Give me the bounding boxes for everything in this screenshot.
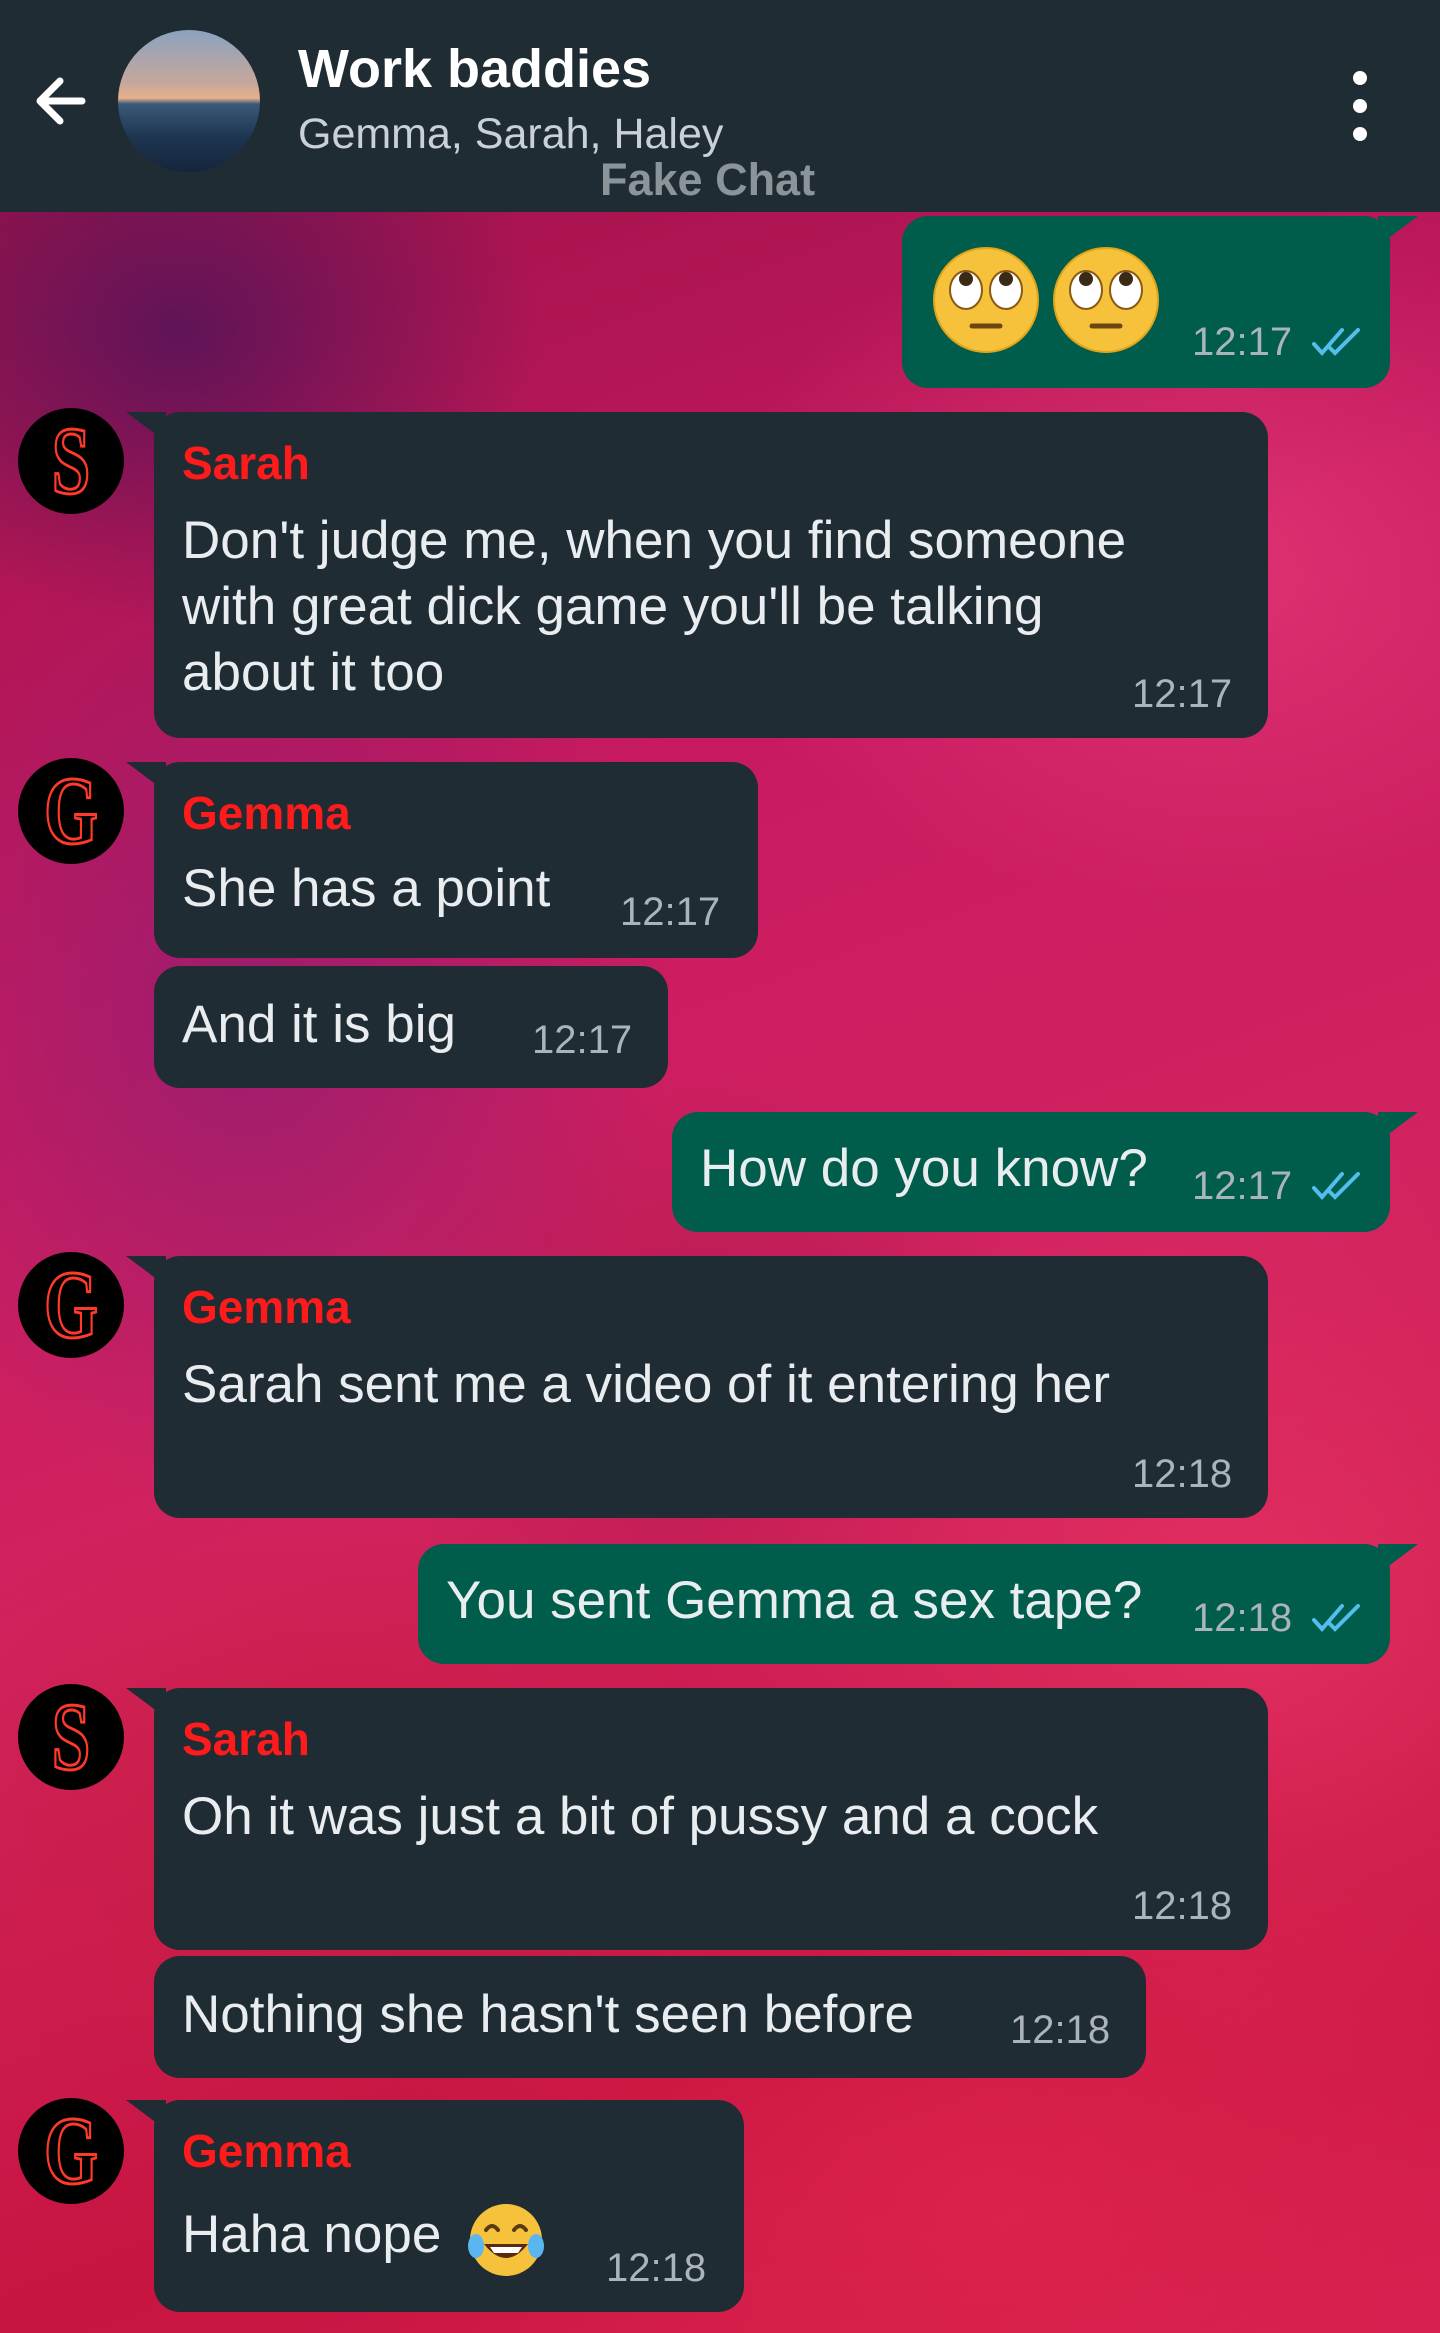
- more-options-icon[interactable]: [1340, 66, 1380, 146]
- message-time: 12:18: [1132, 1884, 1233, 1928]
- message-incoming[interactable]: Sarah Don't judge me, when you find some…: [126, 412, 1268, 738]
- sender-name[interactable]: Sarah: [182, 1712, 310, 1766]
- sender-name[interactable]: Gemma: [182, 2124, 351, 2178]
- sender-name[interactable]: Sarah: [182, 436, 310, 490]
- message-text: Sarah sent me a video of it entering her: [182, 1355, 1111, 1414]
- message-incoming[interactable]: And it is big 12:17: [154, 966, 668, 1088]
- message-incoming[interactable]: Gemma She has a point 12:17: [126, 762, 758, 958]
- sender-avatar-gemma[interactable]: G: [18, 2098, 124, 2204]
- message-outgoing[interactable]: 12:17: [902, 216, 1418, 388]
- sender-name[interactable]: Gemma: [182, 786, 351, 840]
- message-time: 12:17: [1132, 672, 1233, 716]
- rolling-eyes-emoji-icon: [1053, 247, 1159, 353]
- chat-title[interactable]: Work baddies: [298, 38, 651, 100]
- message-text: Haha nope: [182, 2205, 442, 2264]
- message-text: She has a point: [182, 859, 551, 918]
- message-outgoing[interactable]: How do you know? 12:17: [672, 1112, 1418, 1232]
- group-avatar[interactable]: [118, 30, 260, 172]
- watermark-text: Fake Chat: [600, 154, 816, 205]
- chat-participants[interactable]: Gemma, Sarah, Haley: [298, 110, 723, 159]
- message-time: 12:17: [620, 890, 721, 934]
- message-text: And it is big: [182, 995, 456, 1054]
- sender-name[interactable]: Gemma: [182, 1280, 351, 1334]
- rolling-eyes-emoji-icon: [933, 247, 1039, 353]
- message-incoming[interactable]: Gemma Haha nope 12:18: [126, 2100, 744, 2312]
- message-time: 12:17: [532, 1018, 633, 1062]
- message-time: 12:17: [1192, 1164, 1293, 1208]
- message-time: 12:18: [1132, 1452, 1233, 1496]
- sender-avatar-sarah[interactable]: S: [18, 1684, 124, 1790]
- message-time: 12:17: [1192, 320, 1293, 364]
- back-arrow-icon[interactable]: [26, 66, 96, 136]
- read-receipt-icon: [1312, 328, 1360, 357]
- message-text: Don't judge me, when you find someone wi…: [182, 511, 1127, 702]
- tears-of-joy-emoji-icon: [468, 2204, 544, 2276]
- sender-avatar-gemma[interactable]: G: [18, 758, 124, 864]
- message-text: How do you know?: [700, 1139, 1148, 1198]
- message-time: 12:18: [606, 2246, 707, 2290]
- sender-avatar-gemma[interactable]: G: [18, 1252, 124, 1358]
- message-incoming[interactable]: Sarah Oh it was just a bit of pussy and …: [126, 1688, 1268, 1950]
- message-incoming[interactable]: Gemma Sarah sent me a video of it enteri…: [126, 1256, 1268, 1518]
- message-time: 12:18: [1010, 2008, 1111, 2052]
- message-text: You sent Gemma a sex tape?: [446, 1571, 1143, 1630]
- sender-avatar-sarah[interactable]: S: [18, 408, 124, 514]
- chat-header: Work baddies Gemma, Sarah, Haley Fake Ch…: [0, 0, 1440, 212]
- message-outgoing[interactable]: You sent Gemma a sex tape? 12:18: [418, 1544, 1418, 1664]
- message-text: Oh it was just a bit of pussy and a cock: [182, 1787, 1099, 1846]
- read-receipt-icon: [1312, 1172, 1360, 1201]
- message-time: 12:18: [1192, 1596, 1293, 1640]
- message-incoming[interactable]: Nothing she hasn't seen before 12:18: [154, 1956, 1146, 2078]
- read-receipt-icon: [1312, 1604, 1360, 1633]
- message-text: Nothing she hasn't seen before: [182, 1985, 915, 2044]
